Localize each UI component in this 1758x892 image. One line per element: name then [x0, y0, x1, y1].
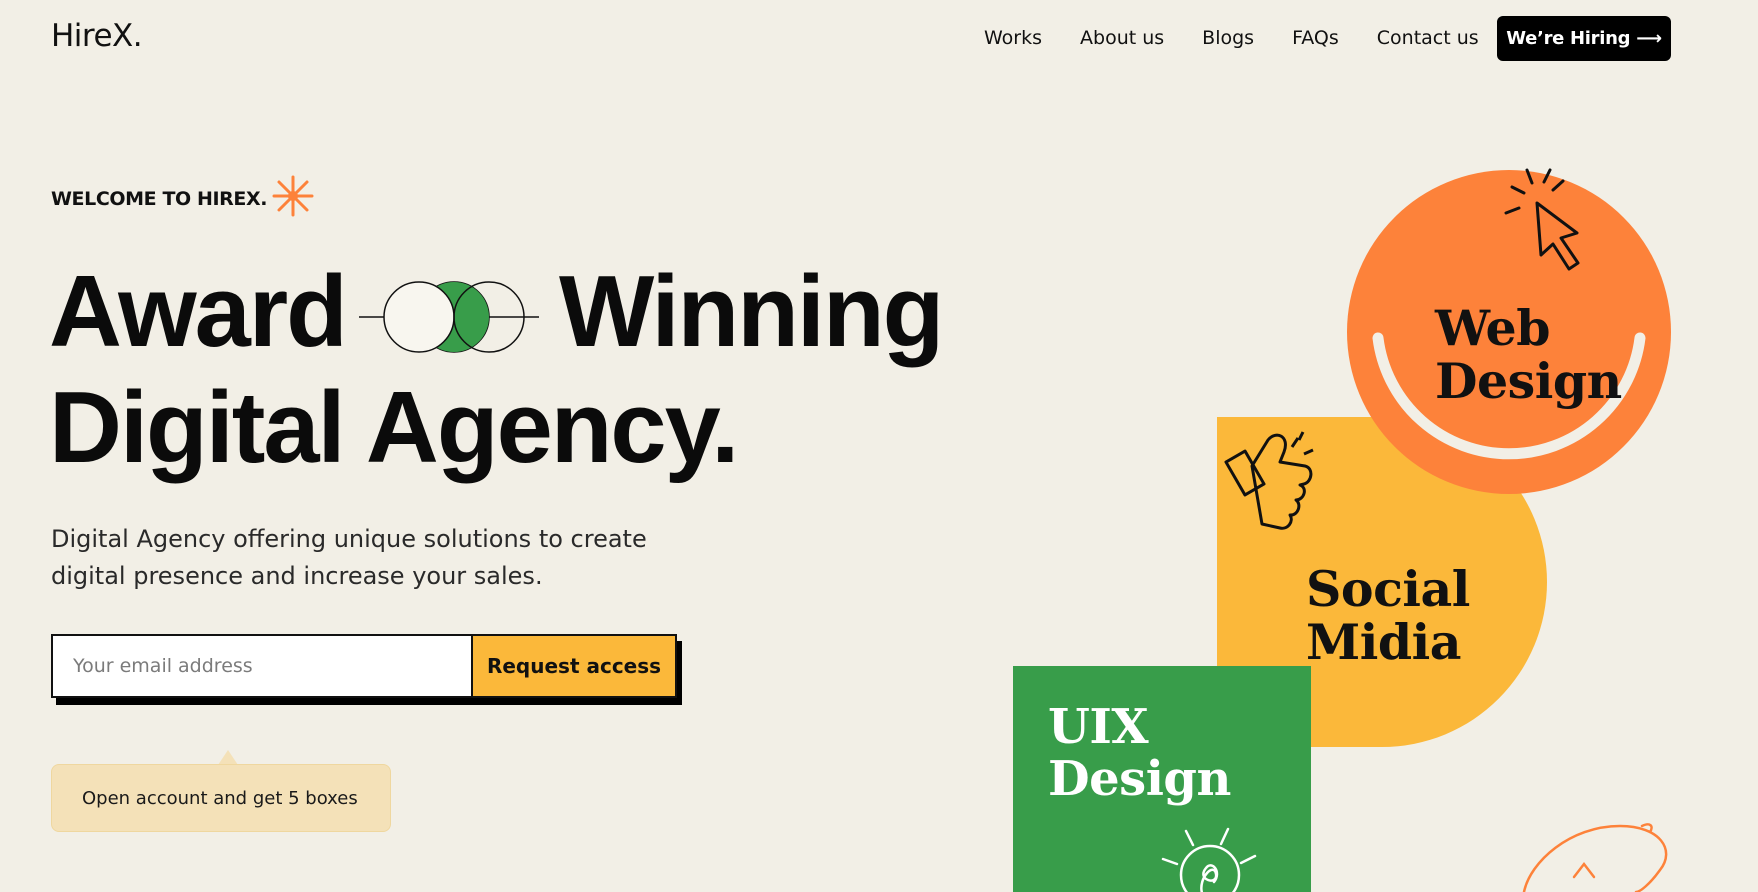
- web-design-line-2: Design: [1435, 351, 1622, 410]
- social-media-label: Social Midia: [1306, 563, 1470, 669]
- web-design-label: Web Design: [1435, 302, 1622, 408]
- web-design-line-1: Web: [1435, 299, 1550, 357]
- uix-design-line-2: Design: [1048, 750, 1231, 807]
- social-media-line-1: Social: [1306, 560, 1470, 618]
- scribble-decoration: [1522, 823, 1668, 892]
- uix-design-line-1: UIX: [1048, 699, 1149, 755]
- social-media-line-2: Midia: [1306, 612, 1461, 671]
- services-artwork: [1013, 168, 1671, 892]
- uix-design-label: UIX Design: [1048, 699, 1231, 807]
